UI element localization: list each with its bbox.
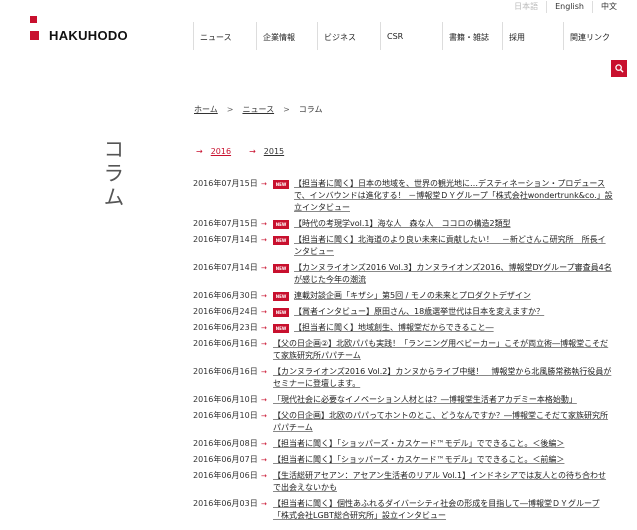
item-date: 2016年06月30日: [193, 291, 258, 300]
tab-2016[interactable]: → 2016: [196, 147, 231, 156]
arrow-right-icon: →: [261, 340, 267, 348]
breadcrumb-separator: >: [283, 105, 290, 114]
item-date: 2016年07月14日: [193, 235, 258, 244]
arrow-right-icon: →: [261, 500, 267, 508]
item-date: 2016年06月24日: [193, 307, 258, 316]
arrow-right-icon: →: [261, 236, 267, 244]
item-title-link[interactable]: 【担当者に聞く】個性あふれるダイバーシティ社会の形成を目指して―博報堂ＤＹグルー…: [273, 498, 613, 522]
list-item[interactable]: 2016年06月07日 → 【担当者に聞く】「ショッパーズ・カスケード™モデル」でで…: [193, 454, 613, 466]
nav-item-business[interactable]: ビジネス: [317, 22, 380, 50]
item-title-link[interactable]: 【カンヌライオンズ2016 Vol.3】カンヌライオンズ2016、博報堂DYグル…: [294, 262, 613, 286]
breadcrumb-news[interactable]: ニュース: [242, 104, 274, 115]
lang-chinese[interactable]: 中文: [592, 1, 625, 13]
list-item[interactable]: 2016年07月14日 → NEW 【カンヌライオンズ2016 Vol.3】カンヌライ…: [193, 262, 613, 286]
new-badge: NEW: [273, 324, 289, 333]
logo-text: HAKUHODO: [49, 28, 128, 43]
item-title-link[interactable]: 連載対談企画「キザシ」第5回 / モノの未来とプロダクトデザイン: [294, 290, 531, 302]
item-title-link[interactable]: 【父の日企画】北欧のパパってホントのとこ、どうなんですか？―博報堂こそだて家族研…: [273, 410, 613, 434]
list-item[interactable]: 2016年07月15日 → NEW 【担当者に聞く】日本の地域を、世界の観光地に…デス…: [193, 178, 613, 214]
arrow-right-icon: →: [261, 412, 267, 420]
arrow-right-icon: →: [261, 180, 267, 188]
item-title-link[interactable]: 「現代社会に必要なイノベーション人材とは？―博報堂生活者アカデミー本格始動」: [273, 394, 577, 406]
list-item[interactable]: 2016年06月23日 → NEW 【担当者に聞く】地域創生、博報堂だからできること―: [193, 322, 613, 334]
nav-item-books[interactable]: 書籍・雑誌: [442, 22, 502, 50]
arrow-right-icon: →: [249, 147, 256, 156]
item-title-link[interactable]: 【カンヌライオンズ2016 Vol.2】カンヌからライブ中継！ 博報堂から北風勝…: [273, 366, 613, 390]
list-item[interactable]: 2016年07月15日 → NEW 【時代の考現学vol.1】海な人 森な人 ココロの…: [193, 218, 613, 230]
list-item[interactable]: 2016年06月10日 → 「現代社会に必要なイノベーション人材とは？―博報堂生活者…: [193, 394, 613, 406]
item-title-link[interactable]: 【時代の考現学vol.1】海な人 森な人 ココロの構造2類型: [294, 218, 511, 230]
list-item[interactable]: 2016年06月16日 → 【カンヌライオンズ2016 Vol.2】カンヌからライブ…: [193, 366, 613, 390]
arrow-right-icon: →: [261, 368, 267, 376]
item-date: 2016年06月23日: [193, 323, 258, 332]
search-icon: [614, 64, 624, 73]
breadcrumb-home[interactable]: ホーム: [194, 104, 218, 115]
tab-2015[interactable]: → 2015: [249, 147, 284, 156]
list-item[interactable]: 2016年07月14日 → NEW 【担当者に聞く】北海道のより良い未来に貢献したい！…: [193, 234, 613, 258]
item-title-link[interactable]: 【担当者に聞く】「ショッパーズ・カスケード™モデル」でできること。＜前編＞: [273, 454, 564, 466]
arrow-right-icon: →: [261, 396, 267, 404]
item-date: 2016年06月06日: [193, 471, 258, 480]
arrow-right-icon: →: [261, 292, 267, 300]
nav-item-csr[interactable]: CSR: [380, 22, 442, 50]
item-date: 2016年06月03日: [193, 499, 258, 508]
breadcrumb-separator: >: [226, 105, 234, 114]
item-title-link[interactable]: 【賞者インタビュー】原田さん、18歳選挙世代は日本を変えますか？: [294, 306, 544, 318]
new-badge: NEW: [273, 292, 289, 301]
arrow-right-icon: →: [261, 324, 267, 332]
new-badge: NEW: [273, 220, 289, 229]
new-badge: NEW: [273, 180, 289, 189]
new-badge: NEW: [273, 236, 289, 245]
lang-english[interactable]: English: [546, 1, 592, 13]
item-date: 2016年07月14日: [193, 263, 258, 272]
item-date: 2016年06月10日: [193, 395, 258, 404]
lang-japanese[interactable]: 日本語: [506, 1, 546, 13]
search-button[interactable]: [611, 60, 627, 77]
list-item[interactable]: 2016年06月08日 → 【担当者に聞く】「ショッパーズ・カスケード™モデル」でで…: [193, 438, 613, 450]
item-title-link[interactable]: 【担当者に聞く】日本の地域を、世界の観光地に…デスティネーション・プロデュースで…: [294, 178, 613, 214]
list-item[interactable]: 2016年06月30日 → NEW 連載対談企画「キザシ」第5回 / モノの未来とプロ…: [193, 290, 613, 302]
list-item[interactable]: 2016年06月16日 → 【父の日企画②】北欧パパも実践！「ランニング用ベビーカー…: [193, 338, 613, 362]
item-title-link[interactable]: 【担当者に聞く】地域創生、博報堂だからできること―: [294, 322, 494, 334]
logo-mark-icon: [30, 16, 49, 40]
item-date: 2016年06月16日: [193, 367, 258, 376]
nav-item-news[interactable]: ニュース: [193, 22, 256, 50]
arrow-right-icon: →: [196, 147, 203, 156]
item-title-link[interactable]: 【生活総研アセアン：アセアン生活者のリアル Vol.1】インドネシアでは友人との…: [273, 470, 613, 494]
item-title-link[interactable]: 【父の日企画②】北欧パパも実践！「ランニング用ベビーカー」こそが両立術―博報堂こ…: [273, 338, 613, 362]
nav-item-company[interactable]: 企業情報: [256, 22, 317, 50]
news-list: 2016年07月15日 → NEW 【担当者に聞く】日本の地域を、世界の観光地に…デス…: [193, 178, 613, 526]
item-date: 2016年07月15日: [193, 219, 258, 228]
item-date: 2016年06月16日: [193, 339, 258, 348]
global-nav: ニュース 企業情報 ビジネス CSR 書籍・雑誌 採用 関連リンク: [193, 22, 623, 50]
item-date: 2016年07月15日: [193, 179, 258, 188]
page-title: コラム: [101, 138, 125, 210]
list-item[interactable]: 2016年06月10日 → 【父の日企画】北欧のパパってホントのとこ、どうなんですか…: [193, 410, 613, 434]
arrow-right-icon: →: [261, 220, 267, 228]
item-date: 2016年06月07日: [193, 455, 258, 464]
item-date: 2016年06月08日: [193, 439, 258, 448]
arrow-right-icon: →: [261, 456, 267, 464]
new-badge: NEW: [273, 264, 289, 273]
breadcrumb: ホーム > ニュース > コラム: [194, 104, 323, 115]
arrow-right-icon: →: [261, 472, 267, 480]
nav-item-links[interactable]: 関連リンク: [563, 22, 623, 50]
nav-item-recruit[interactable]: 採用: [502, 22, 563, 50]
arrow-right-icon: →: [261, 264, 267, 272]
item-date: 2016年06月10日: [193, 411, 258, 420]
new-badge: NEW: [273, 308, 289, 317]
language-switcher: 日本語 English 中文: [506, 1, 625, 13]
list-item[interactable]: 2016年06月24日 → NEW 【賞者インタビュー】原田さん、18歳選挙世代は日本…: [193, 306, 613, 318]
item-title-link[interactable]: 【担当者に聞く】「ショッパーズ・カスケード™モデル」でできること。＜後編＞: [273, 438, 564, 450]
list-item[interactable]: 2016年06月06日 → 【生活総研アセアン：アセアン生活者のリアル Vol.1】…: [193, 470, 613, 494]
breadcrumb-current: コラム: [298, 105, 323, 114]
hakuhodo-logo[interactable]: HAKUHODO: [30, 16, 128, 43]
item-title-link[interactable]: 【担当者に聞く】北海道のより良い未来に貢献したい！ －新どさんこ研究所 所長イン…: [294, 234, 613, 258]
list-item[interactable]: 2016年06月03日 → 【担当者に聞く】個性あふれるダイバーシティ社会の形成を目…: [193, 498, 613, 522]
arrow-right-icon: →: [261, 440, 267, 448]
arrow-right-icon: →: [261, 308, 267, 316]
year-tabs: → 2016 → 2015: [196, 147, 302, 156]
